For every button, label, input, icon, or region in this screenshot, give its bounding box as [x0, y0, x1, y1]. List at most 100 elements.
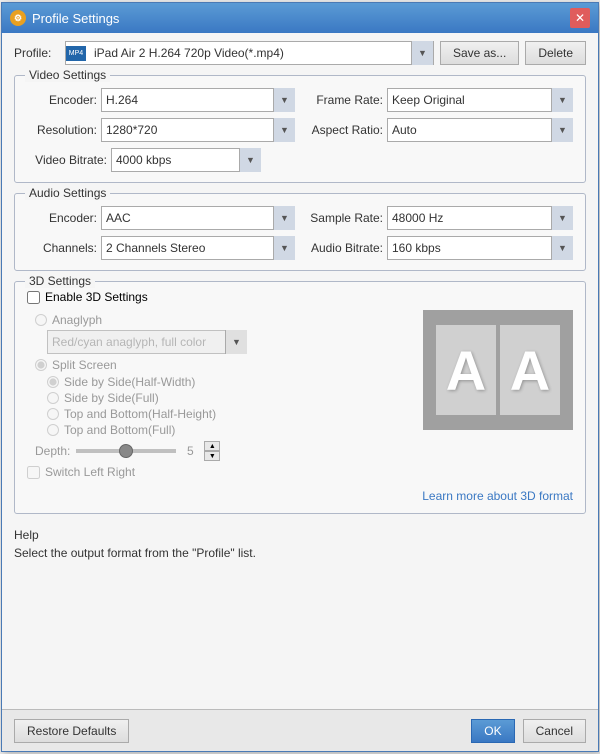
top-bottom-half-radio[interactable] [47, 408, 59, 420]
audio-encoder-label: Encoder: [27, 211, 97, 225]
encoder-select-wrap: H.264 ▼ [101, 88, 295, 112]
help-title: Help [14, 528, 586, 542]
video-bitrate-label: Video Bitrate: [27, 153, 107, 167]
profile-row: Profile: MP4 iPad Air 2 H.264 720p Video… [14, 41, 586, 65]
app-icon: ⚙ [10, 10, 26, 26]
video-settings-label: Video Settings [25, 68, 110, 82]
audio-bitrate-label: Audio Bitrate: [305, 241, 383, 255]
help-section: Help Select the output format from the "… [14, 524, 586, 568]
profile-icon: MP4 [66, 46, 86, 61]
learn-more-link[interactable]: Learn more about 3D format [422, 489, 573, 503]
anaglyph-select-wrap: Red/cyan anaglyph, full color ▼ [47, 330, 247, 354]
aspect-ratio-select[interactable]: Auto [387, 118, 573, 142]
top-bottom-full-label[interactable]: Top and Bottom(Full) [64, 423, 175, 437]
side-by-side-half-row: Side by Side(Half-Width) [47, 375, 413, 389]
aa-preview: A A [436, 325, 560, 415]
depth-decrement-button[interactable]: ▼ [204, 451, 220, 461]
enable-3d-row: Enable 3D Settings [27, 290, 573, 304]
audio-encoder-field-row: Encoder: AAC ▼ [27, 206, 295, 230]
anaglyph-radio[interactable] [35, 314, 47, 326]
side-by-side-full-row: Side by Side(Full) [47, 391, 413, 405]
resolution-select[interactable]: 1280*720 [101, 118, 295, 142]
three-d-settings-section: 3D Settings Enable 3D Settings Anaglyph [14, 281, 586, 514]
aspect-ratio-field-row: Aspect Ratio: Auto ▼ [305, 118, 573, 142]
switch-lr-row: Switch Left Right [27, 465, 413, 479]
video-settings-section: Video Settings Encoder: H.264 ▼ Frame Ra… [14, 75, 586, 183]
top-bottom-half-label[interactable]: Top and Bottom(Half-Height) [64, 407, 216, 421]
profile-value: iPad Air 2 H.264 720p Video(*.mp4) [90, 46, 411, 60]
profile-select[interactable]: MP4 iPad Air 2 H.264 720p Video(*.mp4) ▼ [65, 41, 434, 65]
restore-defaults-button[interactable]: Restore Defaults [14, 719, 129, 743]
split-screen-label[interactable]: Split Screen [52, 358, 117, 372]
video-settings-grid: Encoder: H.264 ▼ Frame Rate: Keep Origin… [27, 88, 573, 172]
footer: Restore Defaults OK Cancel [2, 709, 598, 751]
channels-select-wrap: 2 Channels Stereo ▼ [101, 236, 295, 260]
help-text: Select the output format from the "Profi… [14, 546, 586, 560]
three-d-preview: A A [423, 310, 573, 430]
depth-value: 5 [182, 444, 198, 458]
depth-spinner: ▲ ▼ [204, 441, 220, 461]
depth-increment-button[interactable]: ▲ [204, 441, 220, 451]
profile-label: Profile: [14, 46, 59, 60]
top-bottom-full-radio[interactable] [47, 424, 59, 436]
title-bar: ⚙ Profile Settings ✕ [2, 3, 598, 33]
anaglyph-select-row: Red/cyan anaglyph, full color ▼ [47, 330, 413, 354]
learn-more-row: Learn more about 3D format [27, 489, 573, 503]
audio-settings-section: Audio Settings Encoder: AAC ▼ Sample Rat… [14, 193, 586, 271]
audio-bitrate-field-row: Audio Bitrate: 160 kbps ▼ [305, 236, 573, 260]
save-as-button[interactable]: Save as... [440, 41, 519, 65]
frame-rate-select-wrap: Keep Original ▼ [387, 88, 573, 112]
depth-slider[interactable] [76, 449, 176, 453]
side-by-side-half-radio[interactable] [47, 376, 59, 388]
channels-label: Channels: [27, 241, 97, 255]
anaglyph-label[interactable]: Anaglyph [52, 313, 102, 327]
side-by-side-full-label[interactable]: Side by Side(Full) [64, 391, 159, 405]
audio-encoder-select[interactable]: AAC [101, 206, 295, 230]
video-bitrate-field-row: Video Bitrate: 4000 kbps ▼ [27, 148, 295, 172]
sample-rate-label: Sample Rate: [305, 211, 383, 225]
profile-dropdown-button[interactable]: ▼ [411, 41, 433, 65]
cancel-button[interactable]: Cancel [523, 719, 586, 743]
audio-bitrate-select[interactable]: 160 kbps [387, 236, 573, 260]
enable-3d-checkbox[interactable] [27, 291, 40, 304]
top-bottom-half-row: Top and Bottom(Half-Height) [47, 407, 413, 421]
depth-row: Depth: 5 ▲ ▼ [35, 441, 413, 461]
encoder-label: Encoder: [27, 93, 97, 107]
three-d-layout: Anaglyph Red/cyan anaglyph, full color ▼ [27, 310, 573, 485]
sample-rate-select-wrap: 48000 Hz ▼ [387, 206, 573, 230]
profile-settings-window: ⚙ Profile Settings ✕ Profile: MP4 iPad A… [1, 2, 599, 752]
split-screen-radio[interactable] [35, 359, 47, 371]
sample-rate-field-row: Sample Rate: 48000 Hz ▼ [305, 206, 573, 230]
top-bottom-full-row: Top and Bottom(Full) [47, 423, 413, 437]
window-title: Profile Settings [32, 11, 570, 26]
channels-field-row: Channels: 2 Channels Stereo ▼ [27, 236, 295, 260]
audio-settings-grid: Encoder: AAC ▼ Sample Rate: 48000 Hz [27, 206, 573, 260]
encoder-field-row: Encoder: H.264 ▼ [27, 88, 295, 112]
frame-rate-label: Frame Rate: [305, 93, 383, 107]
frame-rate-field-row: Frame Rate: Keep Original ▼ [305, 88, 573, 112]
aspect-ratio-label: Aspect Ratio: [305, 123, 383, 137]
audio-bitrate-select-wrap: 160 kbps ▼ [387, 236, 573, 260]
ok-button[interactable]: OK [471, 719, 514, 743]
aspect-ratio-select-wrap: Auto ▼ [387, 118, 573, 142]
sample-rate-select[interactable]: 48000 Hz [387, 206, 573, 230]
video-bitrate-select-wrap: 4000 kbps ▼ [111, 148, 261, 172]
side-by-side-half-label[interactable]: Side by Side(Half-Width) [64, 375, 195, 389]
delete-button[interactable]: Delete [525, 41, 586, 65]
switch-lr-checkbox[interactable] [27, 466, 40, 479]
anaglyph-select[interactable]: Red/cyan anaglyph, full color [47, 330, 247, 354]
anaglyph-radio-row: Anaglyph [35, 313, 413, 327]
close-button[interactable]: ✕ [570, 8, 590, 28]
channels-select[interactable]: 2 Channels Stereo [101, 236, 295, 260]
audio-settings-label: Audio Settings [25, 186, 110, 200]
enable-3d-label[interactable]: Enable 3D Settings [45, 290, 148, 304]
audio-encoder-select-wrap: AAC ▼ [101, 206, 295, 230]
switch-lr-label[interactable]: Switch Left Right [45, 465, 135, 479]
video-bitrate-select[interactable]: 4000 kbps [111, 148, 261, 172]
side-by-side-full-radio[interactable] [47, 392, 59, 404]
preview-letter-left: A [436, 325, 496, 415]
encoder-select[interactable]: H.264 [101, 88, 295, 112]
resolution-select-wrap: 1280*720 ▼ [101, 118, 295, 142]
frame-rate-select[interactable]: Keep Original [387, 88, 573, 112]
split-screen-radio-row: Split Screen [35, 358, 413, 372]
